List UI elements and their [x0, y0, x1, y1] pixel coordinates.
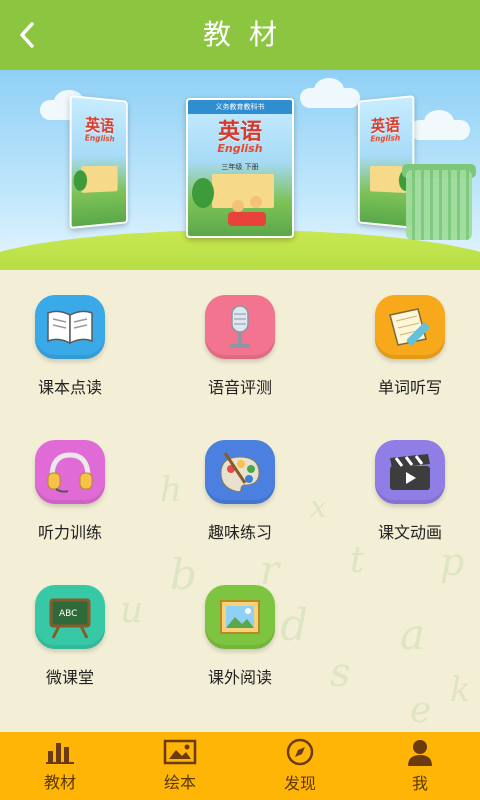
bar-chart-icon [46, 743, 74, 764]
feature-label: 微课堂 [45, 668, 94, 687]
kid-figure [232, 200, 244, 212]
tab-label: 发现 [283, 774, 316, 793]
palette-icon [205, 440, 275, 504]
clapperboard-icon [375, 440, 445, 504]
bg-letter: s [330, 650, 351, 696]
compass-icon [286, 738, 314, 766]
open-book-icon [35, 295, 105, 359]
tab-label: 教材 [43, 773, 76, 792]
feature-fun-practice[interactable]: 趣味练习 [170, 415, 310, 545]
cloud-decoration [300, 78, 360, 108]
tab-me[interactable]: 我 [360, 732, 480, 800]
header-bar: 教材 [0, 0, 480, 70]
tab-label: 我 [411, 774, 428, 793]
bg-letter: x [310, 490, 327, 525]
feature-lesson-animation[interactable]: 课文动画 [340, 415, 480, 545]
notepad-pencil-icon [375, 295, 445, 359]
feature-grid: h x p b r t u d a s e k 课本点读 语音评测 单词听写 听… [0, 270, 480, 732]
feature-label: 课文动画 [377, 523, 442, 542]
book-subtitle: English [84, 133, 115, 144]
microphone-icon [205, 295, 275, 359]
tree [192, 178, 214, 208]
picture-icon [205, 585, 275, 649]
feature-listening-training[interactable]: 听力训练 [0, 415, 140, 545]
bg-letter: k [450, 670, 471, 710]
kid-clothes [228, 212, 266, 226]
book-subtitle: English [370, 133, 401, 144]
feature-micro-class[interactable]: ABC 微课堂 [0, 560, 140, 690]
feature-label: 课本点读 [37, 378, 102, 397]
tab-picture-book[interactable]: 绘本 [120, 732, 240, 800]
textbook-carousel[interactable]: 英语 English 义务教育教科书 英语 English 三年级 下册 英语 … [0, 70, 480, 270]
book-subtitle: English [217, 142, 263, 155]
feature-word-dictation[interactable]: 单词听写 [340, 270, 480, 400]
person-icon [408, 740, 432, 766]
feature-label: 语音评测 [207, 378, 272, 397]
headphones-icon [35, 440, 105, 504]
kid-figure [250, 196, 262, 208]
tab-label: 绘本 [163, 773, 196, 792]
bg-letter: t [350, 540, 365, 581]
feature-label: 单词听写 [377, 378, 442, 397]
textbook-cover-left[interactable]: 英语 English [69, 94, 128, 230]
bg-letter: p [440, 540, 465, 584]
grade-line: 三年级 下册 [221, 163, 259, 171]
svg-text:ABC: ABC [59, 609, 77, 619]
picture-book-icon [163, 739, 197, 765]
back-button[interactable] [10, 18, 44, 52]
feature-textbook-reading[interactable]: 课本点读 [0, 270, 140, 400]
chevron-left-icon [20, 22, 34, 48]
feature-voice-evaluation[interactable]: 语音评测 [170, 270, 310, 400]
tab-textbook[interactable]: 教材 [0, 732, 120, 800]
tab-discover[interactable]: 发现 [240, 732, 360, 800]
basket-decoration [406, 170, 472, 240]
publisher-line: 义务教育教科书 [215, 103, 265, 111]
bg-letter: e [410, 690, 432, 731]
textbook-cover-center[interactable]: 义务教育教科书 英语 English 三年级 下册 [186, 98, 294, 238]
page-title: 教材 [202, 18, 295, 51]
feature-label: 趣味练习 [207, 523, 272, 542]
feature-extra-reading[interactable]: 课外阅读 [170, 560, 310, 690]
chalkboard-icon: ABC [35, 585, 105, 649]
bg-letter: a [400, 610, 426, 659]
feature-label: 听力训练 [37, 523, 102, 542]
bottom-tab-bar: 教材 绘本 发现 我 [0, 732, 480, 800]
feature-label: 课外阅读 [207, 668, 272, 687]
cloud-decoration [410, 110, 470, 140]
